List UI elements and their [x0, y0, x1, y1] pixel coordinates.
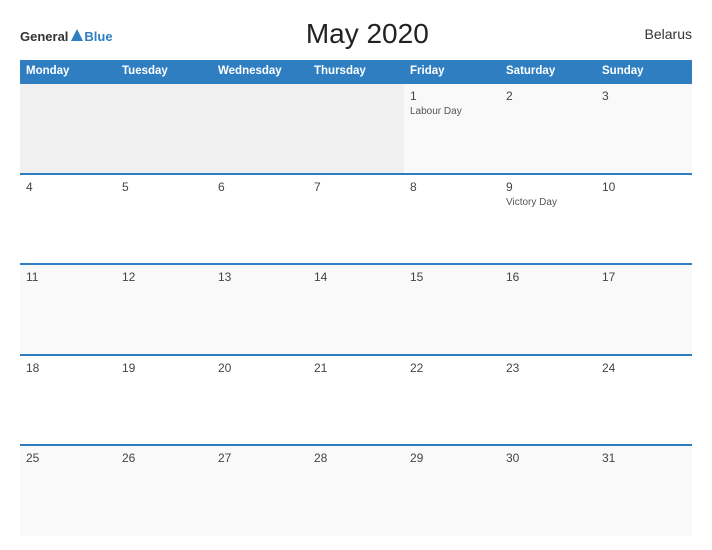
calendar-day-cell: 28 [308, 445, 404, 536]
calendar-day-cell [212, 83, 308, 174]
holiday-label: Victory Day [506, 196, 590, 209]
calendar-day-cell: 7 [308, 174, 404, 265]
day-number: 22 [410, 361, 494, 375]
calendar-day-cell: 22 [404, 355, 500, 446]
calendar-day-cell: 30 [500, 445, 596, 536]
day-number: 2 [506, 89, 590, 103]
calendar-header-wednesday: Wednesday [212, 60, 308, 83]
day-number: 31 [602, 451, 686, 465]
day-number: 7 [314, 180, 398, 194]
calendar-week-row: 25 26 27 28 29 30 31 [20, 445, 692, 536]
day-number: 12 [122, 270, 206, 284]
day-number: 9 [506, 180, 590, 194]
calendar-day-cell: 16 [500, 264, 596, 355]
calendar-week-row: 456789 Victory Day 10 [20, 174, 692, 265]
calendar-day-cell: 17 [596, 264, 692, 355]
logo: General Blue [20, 25, 113, 43]
calendar-day-cell: 3 [596, 83, 692, 174]
calendar-day-cell: 15 [404, 264, 500, 355]
calendar-header-thursday: Thursday [308, 60, 404, 83]
day-number: 21 [314, 361, 398, 375]
logo-blue-text: Blue [84, 30, 112, 43]
day-number: 23 [506, 361, 590, 375]
day-number: 19 [122, 361, 206, 375]
calendar-day-cell: 9 Victory Day [500, 174, 596, 265]
calendar-day-cell: 23 [500, 355, 596, 446]
calendar-day-cell: 11 [20, 264, 116, 355]
calendar-week-row: 18 19 20 21 22 23 24 [20, 355, 692, 446]
day-number: 18 [26, 361, 110, 375]
calendar-day-cell: 4 [20, 174, 116, 265]
calendar-day-cell: 18 [20, 355, 116, 446]
calendar-header-monday: Monday [20, 60, 116, 83]
calendar-day-cell: 14 [308, 264, 404, 355]
day-number: 6 [218, 180, 302, 194]
day-number: 28 [314, 451, 398, 465]
day-number: 4 [26, 180, 110, 194]
calendar-day-cell: 13 [212, 264, 308, 355]
day-number: 16 [506, 270, 590, 284]
calendar-day-cell [308, 83, 404, 174]
calendar-table: MondayTuesdayWednesdayThursdayFridaySatu… [20, 60, 692, 536]
calendar-day-cell: 29 [404, 445, 500, 536]
calendar-day-cell: 19 [116, 355, 212, 446]
day-number: 26 [122, 451, 206, 465]
day-number: 8 [410, 180, 494, 194]
calendar-week-row: 11 12 13 14 15 16 17 [20, 264, 692, 355]
day-number: 20 [218, 361, 302, 375]
calendar-title: May 2020 [113, 18, 622, 50]
calendar-week-row: 1 Labour Day 23 [20, 83, 692, 174]
day-number: 17 [602, 270, 686, 284]
calendar-header-sunday: Sunday [596, 60, 692, 83]
day-number: 1 [410, 89, 494, 103]
header: General Blue May 2020 Belarus [20, 18, 692, 50]
day-number: 11 [26, 270, 110, 284]
calendar-day-cell: 26 [116, 445, 212, 536]
day-number: 14 [314, 270, 398, 284]
calendar-day-cell: 12 [116, 264, 212, 355]
calendar-day-cell: 8 [404, 174, 500, 265]
calendar-header-tuesday: Tuesday [116, 60, 212, 83]
country-label: Belarus [622, 26, 692, 42]
calendar-day-cell: 20 [212, 355, 308, 446]
calendar-header-row: MondayTuesdayWednesdayThursdayFridaySatu… [20, 60, 692, 83]
day-number: 29 [410, 451, 494, 465]
calendar-header-saturday: Saturday [500, 60, 596, 83]
logo-icon [70, 28, 84, 42]
calendar-day-cell: 27 [212, 445, 308, 536]
calendar-day-cell [116, 83, 212, 174]
day-number: 15 [410, 270, 494, 284]
calendar-day-cell: 2 [500, 83, 596, 174]
calendar-day-cell: 5 [116, 174, 212, 265]
calendar-day-cell [20, 83, 116, 174]
calendar-day-cell: 21 [308, 355, 404, 446]
day-number: 13 [218, 270, 302, 284]
logo-general-text: General [20, 30, 68, 43]
day-number: 24 [602, 361, 686, 375]
calendar-day-cell: 24 [596, 355, 692, 446]
page: General Blue May 2020 Belarus MondayTues… [0, 0, 712, 550]
day-number: 27 [218, 451, 302, 465]
calendar-header-friday: Friday [404, 60, 500, 83]
calendar-day-cell: 1 Labour Day [404, 83, 500, 174]
day-number: 3 [602, 89, 686, 103]
day-number: 25 [26, 451, 110, 465]
calendar-day-cell: 25 [20, 445, 116, 536]
calendar-day-cell: 31 [596, 445, 692, 536]
day-number: 30 [506, 451, 590, 465]
day-number: 10 [602, 180, 686, 194]
calendar-day-cell: 6 [212, 174, 308, 265]
holiday-label: Labour Day [410, 105, 494, 118]
day-number: 5 [122, 180, 206, 194]
calendar-day-cell: 10 [596, 174, 692, 265]
